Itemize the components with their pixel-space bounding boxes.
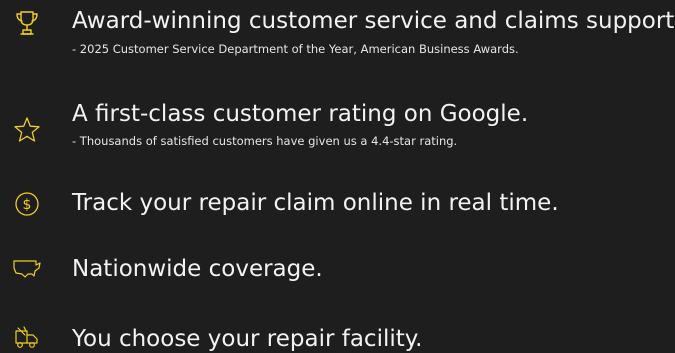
feature-headline-tracking: Track your repair claim online in real t… xyxy=(72,190,559,216)
trophy-icon xyxy=(12,8,42,38)
svg-text:$: $ xyxy=(23,197,32,213)
feature-headline-coverage: Nationwide coverage. xyxy=(72,256,323,282)
feature-headline-award: Award-winning customer service and claim… xyxy=(72,8,675,34)
feature-subtext-award: - 2025 Customer Service Department of th… xyxy=(72,42,519,56)
usa-map-icon xyxy=(12,253,42,283)
feature-repair-facility: You choose your repair facility. xyxy=(0,310,675,352)
feature-coverage: Nationwide coverage. xyxy=(0,245,675,295)
feature-award: Award-winning customer service and claim… xyxy=(0,0,675,70)
feature-subtext-rating: - Thousands of satisfied customers have … xyxy=(72,134,458,148)
feature-tracking: $ Track your repair claim online in real… xyxy=(0,180,675,230)
star-icon xyxy=(12,115,42,145)
dollar-icon: $ xyxy=(12,189,42,219)
feature-rating: A first-class customer rating on Google.… xyxy=(0,90,675,160)
feature-headline-rating: A first-class customer rating on Google. xyxy=(72,101,529,127)
